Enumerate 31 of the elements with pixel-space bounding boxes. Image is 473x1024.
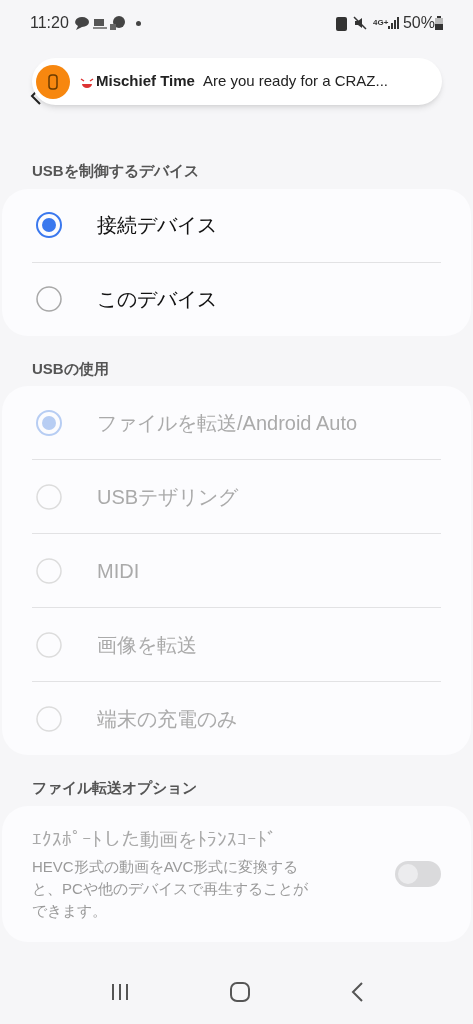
radio-button[interactable] [35,285,63,313]
home-icon[interactable] [228,981,251,1003]
battery-saver-icon [335,15,347,31]
option-label: 端末の充電のみ [97,706,237,732]
option-label: ファイルを転送/Android Auto [97,410,358,436]
notification-app-name: Mischief Time [96,71,195,92]
option-label: USBテザリング [97,484,239,510]
radio-button[interactable] [35,211,63,239]
recent-apps-icon[interactable] [109,982,130,1002]
battery-percent: 50% [402,13,435,33]
notification-text: Are you ready for a CRAZ... [202,71,388,92]
setting-title: ｴｸｽﾎﾟｰﾄした動画をﾄﾗﾝｽｺｰﾄﾞ [32,827,278,852]
dot-icon [135,20,141,26]
mute-icon [352,16,367,30]
back-icon[interactable] [349,981,364,1003]
option-label: このデバイス [97,287,217,312]
status-time: 11:20 [30,13,69,33]
section-header: USBを制御するデバイス [31,161,200,181]
chat-icon [73,16,90,30]
signal-icon [387,17,400,29]
face-emoji-icon [80,75,94,88]
setting-description: HEVC形式の動画をAVC形式に変換すると、PCや他のデバイスで再生することができます。 [32,857,309,921]
option-label: 画像を転送 [97,632,197,658]
section-header: ファイル転送オプション [31,778,198,798]
app-icon [36,64,70,99]
section-header: USBの使用 [31,358,110,379]
battery-icon [435,16,443,30]
option-label: 接続デバイス [97,213,217,238]
notification-banner[interactable]: Mischief Time Are you ready for a CRAZ... [32,58,442,105]
option-label: MIDI [97,558,140,584]
chat-icon [109,16,126,30]
